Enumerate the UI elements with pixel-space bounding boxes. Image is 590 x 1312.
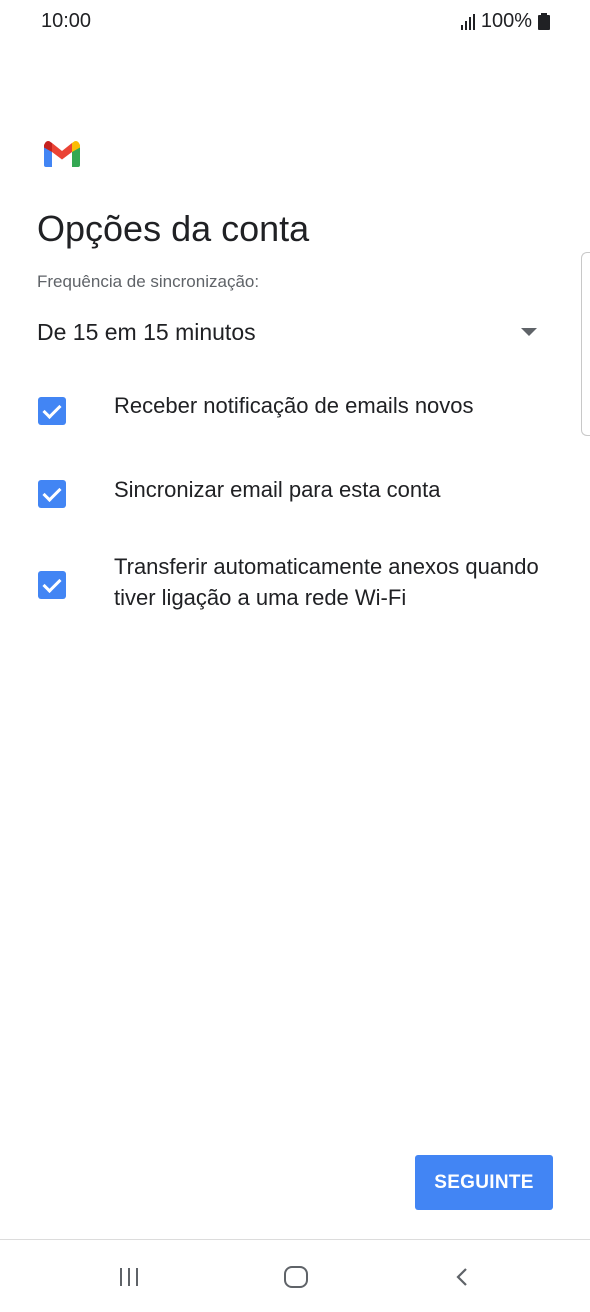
gmail-logo-icon: [44, 141, 80, 167]
status-time: 10:00: [41, 10, 92, 32]
next-button[interactable]: SEGUINTE: [415, 1155, 553, 1210]
signal-icon: [460, 13, 475, 30]
recent-apps-icon[interactable]: [120, 1268, 138, 1286]
page-title: Opções da conta: [37, 208, 310, 249]
dropdown-arrow-icon: [521, 328, 537, 336]
navigation-bar: [0, 1240, 590, 1312]
option-auto-download-attachments[interactable]: Transferir automaticamente anexos quando…: [38, 553, 548, 613]
status-bar: 10:00 100%: [0, 0, 590, 44]
option-notify-new-emails[interactable]: Receber notificação de emails novos: [38, 393, 548, 427]
option-label: Sincronizar email para esta conta: [114, 477, 441, 502]
option-label: Transferir automaticamente anexos quando…: [114, 554, 539, 610]
status-indicators: 100%: [460, 10, 550, 33]
sync-frequency-value: De 15 em 15 minutos: [37, 318, 256, 345]
option-label: Receber notificação de emails novos: [114, 393, 474, 418]
battery-icon: [538, 13, 550, 30]
option-sync-email[interactable]: Sincronizar email para esta conta: [38, 477, 548, 510]
scroll-indicator: [581, 252, 590, 436]
sync-frequency-label: Frequência de sincronização:: [37, 272, 260, 291]
notify-checkbox[interactable]: [38, 397, 66, 425]
back-icon[interactable]: [454, 1267, 470, 1287]
attachments-checkbox[interactable]: [38, 571, 66, 599]
home-icon[interactable]: [284, 1266, 308, 1288]
sync-checkbox[interactable]: [38, 480, 66, 508]
account-options-screen: 10:00 100% Opções da conta Frequência de…: [0, 0, 590, 1312]
sync-frequency-dropdown[interactable]: De 15 em 15 minutos: [37, 310, 541, 354]
battery-percentage: 100%: [480, 10, 532, 32]
